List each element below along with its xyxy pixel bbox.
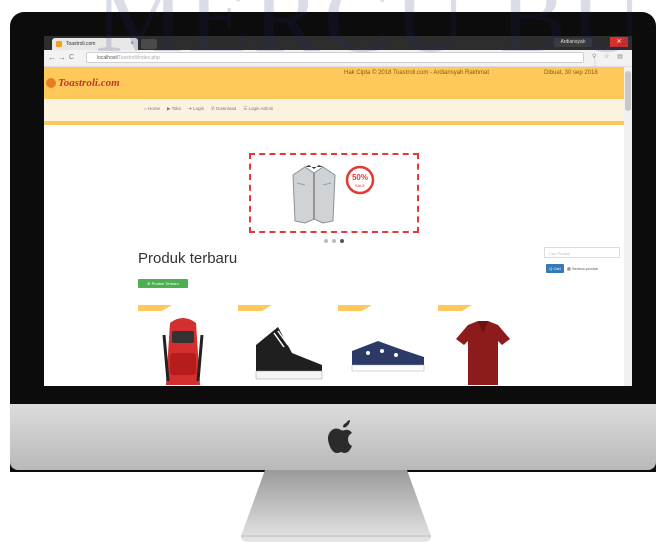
address-bar-row: ← → C localhost/Toastroli/index.php ⚲ ☆ … bbox=[44, 50, 632, 67]
product-ribbon bbox=[138, 305, 172, 311]
browser-tab[interactable]: Toastroli.com × bbox=[52, 38, 138, 50]
jacket-image bbox=[292, 165, 336, 224]
search-input[interactable]: Cari Produk bbox=[544, 247, 620, 258]
site-logo[interactable]: Toastroli.com bbox=[46, 77, 120, 89]
page-scrollbar[interactable] bbox=[624, 67, 632, 386]
site-header: Toastroli.com Hak Cipta © 2018 Toastroli… bbox=[44, 67, 624, 99]
all-products-link[interactable]: ▦ Semua produk bbox=[567, 266, 598, 271]
web-page: Toastroli.com Hak Cipta © 2018 Toastroli… bbox=[44, 67, 624, 386]
nav-menu-bar: ⌂ Home ▶ Toko ➜ Login ✆ Download ☰ Login… bbox=[44, 99, 624, 121]
new-product-button[interactable]: ⊕ Produk Terbaru bbox=[138, 279, 188, 288]
product-card-sneaker[interactable] bbox=[238, 305, 332, 386]
product-card-shoe[interactable] bbox=[338, 305, 432, 386]
tab-strip: Toastroli.com × Ardiansyah ✕ bbox=[44, 36, 632, 50]
tab-close-icon[interactable]: × bbox=[130, 38, 134, 50]
reload-icon[interactable]: C bbox=[69, 53, 74, 63]
favicon-icon bbox=[56, 41, 62, 47]
apple-logo-icon bbox=[328, 420, 352, 453]
product-ribbon bbox=[338, 305, 372, 311]
profile-chip[interactable]: Ardiansyah bbox=[554, 38, 592, 47]
product-heading: Produk terbaru bbox=[138, 250, 238, 267]
date-text: Dibuat, 30 sep 2018 bbox=[544, 70, 598, 76]
copyright-text: Hak Cipta © 2018 Toastroli.com - Ardians… bbox=[344, 70, 490, 76]
carousel-dot[interactable] bbox=[332, 239, 336, 243]
scroll-thumb[interactable] bbox=[625, 71, 631, 111]
imac-stand bbox=[241, 470, 431, 542]
sale-label: SALE bbox=[355, 183, 366, 188]
carousel-dot-active[interactable] bbox=[340, 239, 344, 243]
url-input[interactable]: localhost/Toastroli/index.php bbox=[86, 52, 584, 63]
search-button[interactable]: Q Cari bbox=[546, 264, 564, 273]
product-ribbon bbox=[438, 305, 472, 311]
url-path: Toastroli/index.php bbox=[118, 55, 160, 61]
menu-item-login[interactable]: ➜ Login bbox=[188, 106, 204, 112]
polo-shirt-image bbox=[456, 321, 510, 385]
product-ribbon bbox=[238, 305, 272, 311]
product-card-polo[interactable] bbox=[438, 305, 532, 386]
carousel-indicators bbox=[324, 239, 344, 243]
browser-window: Toastroli.com × Ardiansyah ✕ ← → C local… bbox=[44, 36, 632, 386]
nav-menu: ⌂ Home ▶ Toko ➜ Login ✆ Download ☰ Login… bbox=[144, 106, 273, 112]
backpack-image bbox=[162, 318, 204, 385]
carousel-dot[interactable] bbox=[324, 239, 328, 243]
forward-icon[interactable]: → bbox=[58, 53, 66, 63]
back-icon[interactable]: ← bbox=[48, 53, 56, 63]
sale-percent: 50% bbox=[352, 173, 368, 182]
menu-item-login-admin[interactable]: ☰ Login Admin bbox=[243, 106, 273, 112]
url-host: localhost/ bbox=[97, 55, 119, 61]
product-card-backpack[interactable] bbox=[138, 305, 232, 386]
sale-badge-icon: 50% SALE bbox=[345, 165, 375, 195]
logo-icon bbox=[46, 78, 56, 89]
header-stripe bbox=[44, 121, 624, 125]
shoe-image bbox=[351, 341, 425, 372]
menu-item-download[interactable]: ✆ Download bbox=[211, 106, 236, 112]
window-close-button[interactable]: ✕ bbox=[610, 37, 628, 47]
menu-item-home[interactable]: ⌂ Home bbox=[144, 106, 160, 112]
banner-slide[interactable]: 50% SALE bbox=[249, 153, 419, 233]
logo-text: Toastroli.com bbox=[58, 77, 120, 89]
menu-item-toko[interactable]: ▶ Toko bbox=[167, 106, 181, 112]
browser-extension-icons[interactable]: ⚲ ☆ ▤ ⋮ bbox=[592, 53, 632, 67]
new-tab-button[interactable] bbox=[141, 39, 157, 49]
sneaker-image bbox=[255, 327, 323, 380]
tab-title: Toastroli.com bbox=[66, 41, 96, 47]
